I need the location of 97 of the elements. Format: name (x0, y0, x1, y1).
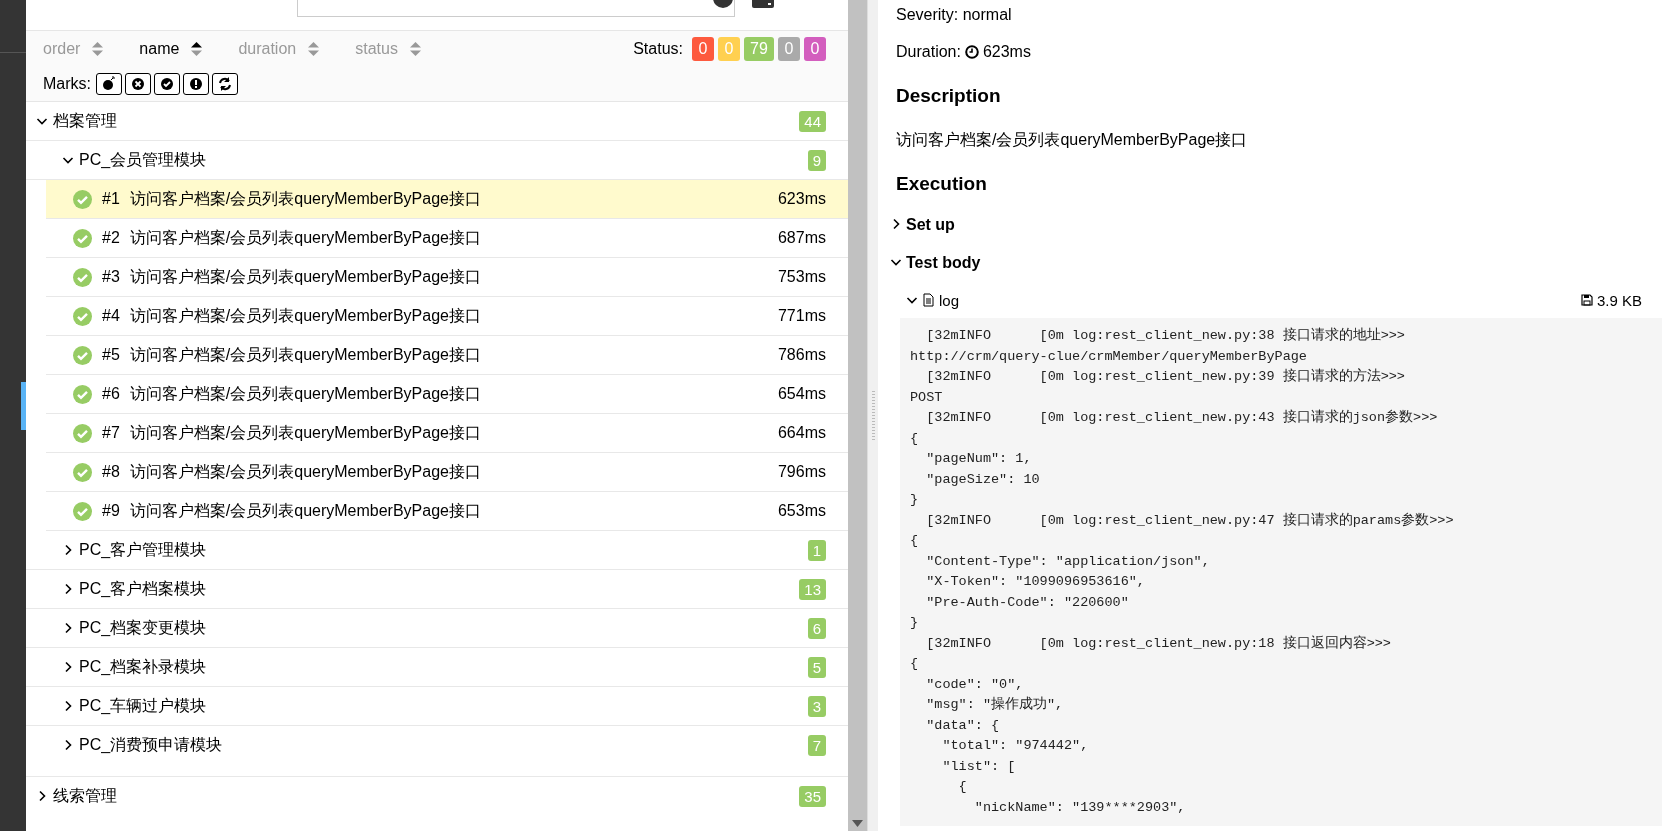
test-row[interactable]: #5 访问客户档案/会员列表queryMemberByPage接口 786ms (46, 336, 848, 375)
test-row[interactable]: #6 访问客户档案/会员列表queryMemberByPage接口 654ms (46, 375, 848, 414)
attachment-size: 3.9 KB (1596, 291, 1642, 309)
check-circle-icon (73, 189, 92, 209)
section-heading: Execution (896, 173, 987, 195)
status-label: Status: (633, 40, 683, 58)
count-badge: 5 (807, 656, 826, 678)
check-circle-icon (159, 76, 175, 92)
sort-arrows-icon (92, 42, 104, 56)
duration-value: 623ms (982, 43, 1031, 61)
marks-label: Marks: (43, 75, 91, 93)
tree-group-row[interactable]: 档案管理 44 (26, 102, 848, 141)
test-duration: 771ms (777, 307, 826, 325)
attachment-toggle[interactable]: log (906, 291, 960, 309)
count-badge: 44 (799, 110, 826, 132)
test-duration: 786ms (777, 346, 826, 364)
step-toggle[interactable]: Set up (890, 206, 1662, 244)
count-badge: 9 (807, 149, 826, 171)
test-name: 访问客户档案/会员列表queryMemberByPage接口 (129, 383, 482, 404)
clock-icon (964, 45, 979, 59)
count-badge: 6 (807, 617, 826, 639)
test-number: #7 (102, 424, 120, 442)
mark-filter-button[interactable] (183, 73, 209, 95)
exclamation-circle-icon (188, 76, 204, 92)
count-badge: 35 (799, 785, 826, 807)
mark-filter-button[interactable] (154, 73, 180, 95)
test-duration: 687ms (777, 229, 826, 247)
test-duration: 654ms (777, 385, 826, 403)
sort-arrows-icon (308, 42, 320, 56)
sort-arrows-icon (191, 42, 203, 56)
test-number: #1 (102, 190, 120, 208)
duration-label: Duration: (896, 43, 961, 61)
tree-group-row[interactable]: PC_档案补录模块 5 (26, 648, 848, 687)
tree-group-row[interactable]: PC_消费预申请模块 7 (26, 726, 848, 764)
tree-group-row[interactable]: PC_档案变更模块 6 (26, 609, 848, 648)
description-text: 访问客户档案/会员列表queryMemberByPage接口 (896, 129, 1248, 150)
check-circle-icon (73, 267, 92, 287)
severity-text: Severity: normal (896, 5, 1013, 25)
scroll-down-icon[interactable] (852, 820, 863, 827)
count-badge: 7 (807, 734, 826, 756)
test-number: #9 (102, 502, 120, 520)
check-circle-icon (73, 384, 92, 404)
test-duration: 623ms (777, 190, 826, 208)
tree-group-row[interactable]: 线索管理 35 (26, 777, 848, 815)
cross-circle-icon (130, 76, 146, 92)
test-row[interactable]: #2 访问客户档案/会员列表queryMemberByPage接口 687ms (46, 219, 848, 258)
test-row[interactable]: #7 访问客户档案/会员列表queryMemberByPage接口 664ms (46, 414, 848, 453)
section-heading: Description (896, 85, 1001, 107)
log-content: [32mINFO [0m log:rest_client_new.py:38 接口请求的地址>>> http://crm/query-clue/crmMember/queryMemberByPage [32mINFO [0m log:rest_client_new.py:39 接口请求的方法>>> POST [32mINFO [0m log:rest_client_new.py:43 接口请求的json参数>>> { "pageNum": 1, "pageSize": 10 } [32mINFO [0m log:rest_client_new.py:47 接口请求的params参数>>> { "Content-Type": "application/json", "X-Token": "1099096953616", "Pre-Auth-Code": "220600" } [32mINFO [0m log:rest_client_new.py:18 接口返回内容>>> { "code": "0", "msg": "操作成功", "data": { "total": "974442", "list": [ { "nickName": "139****2903", (900, 318, 1662, 826)
test-name: 访问客户档案/会员列表queryMemberByPage接口 (129, 227, 482, 248)
active-nav-indicator (21, 382, 26, 430)
tree-group-row[interactable]: PC_车辆过户模块 3 (26, 687, 848, 726)
test-duration: 664ms (777, 424, 826, 442)
test-row[interactable]: #8 访问客户档案/会员列表queryMemberByPage接口 796ms (46, 453, 848, 492)
test-row[interactable]: #1 访问客户档案/会员列表queryMemberByPage接口 623ms (46, 180, 848, 219)
test-number: #6 (102, 385, 120, 403)
test-name: 访问客户档案/会员列表queryMemberByPage接口 (129, 500, 482, 521)
test-number: #8 (102, 463, 120, 481)
test-number: #4 (102, 307, 120, 325)
test-duration: 753ms (777, 268, 826, 286)
save-icon (1580, 294, 1593, 306)
test-name: 访问客户档案/会员列表queryMemberByPage接口 (129, 422, 482, 443)
file-icon (923, 293, 934, 307)
check-circle-icon (73, 462, 92, 482)
count-badge: 13 (799, 578, 826, 600)
count-badge: 1 (807, 539, 826, 561)
check-circle-icon (73, 306, 92, 326)
test-number: #2 (102, 229, 120, 247)
tree-group-row[interactable]: PC_客户管理模块 1 (26, 531, 848, 570)
check-circle-icon (73, 228, 92, 248)
tree-group-row[interactable]: PC_客户档案模块 13 (26, 570, 848, 609)
sort-arrows-icon (409, 42, 421, 56)
check-circle-icon (73, 423, 92, 443)
test-name: 访问客户档案/会员列表queryMemberByPage接口 (129, 305, 482, 326)
test-row[interactable]: #4 访问客户档案/会员列表queryMemberByPage接口 771ms (46, 297, 848, 336)
test-name: 访问客户档案/会员列表queryMemberByPage接口 (129, 188, 482, 209)
test-row[interactable]: #3 访问客户档案/会员列表queryMemberByPage接口 753ms (46, 258, 848, 297)
test-row[interactable]: #9 访问客户档案/会员列表queryMemberByPage接口 653ms (46, 492, 848, 531)
mark-filter-button[interactable] (125, 73, 151, 95)
step-toggle[interactable]: Test body (890, 244, 1662, 282)
test-duration: 796ms (777, 463, 826, 481)
test-number: #3 (102, 268, 120, 286)
search-field[interactable] (297, 0, 735, 17)
sort-button[interactable]: name (139, 40, 203, 58)
test-name: 访问客户档案/会员列表queryMemberByPage接口 (129, 266, 482, 287)
test-duration: 653ms (777, 502, 826, 520)
count-badge: 3 (807, 695, 826, 717)
test-name: 访问客户档案/会员列表queryMemberByPage接口 (129, 461, 482, 482)
test-name: 访问客户档案/会员列表queryMemberByPage接口 (129, 344, 482, 365)
mark-filter-button[interactable] (96, 73, 122, 95)
mark-filter-button[interactable] (212, 73, 238, 95)
refresh-icon (217, 76, 233, 92)
bomb-icon (101, 76, 117, 92)
check-circle-icon (73, 501, 92, 521)
test-number: #5 (102, 346, 120, 364)
check-circle-icon (73, 345, 92, 365)
scrollbar[interactable] (848, 0, 867, 831)
